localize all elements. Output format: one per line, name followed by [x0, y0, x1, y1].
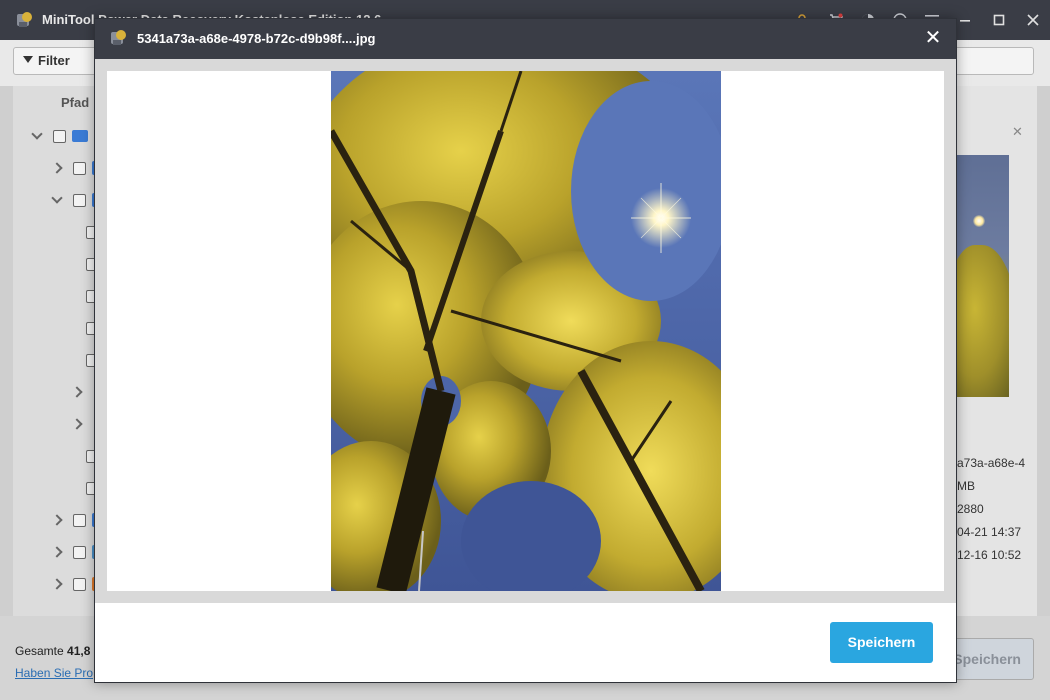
- filter-button[interactable]: Filter: [13, 47, 103, 75]
- tree-row[interactable]: [71, 414, 93, 434]
- preview-dialog-header: 5341a73a-a68e-4978-b72c-d9b98f....jpg ✕: [95, 19, 956, 59]
- chevron-right-icon[interactable]: [71, 386, 83, 398]
- total-label: Gesamte: [15, 644, 64, 658]
- chevron-right-icon[interactable]: [51, 578, 63, 590]
- path-column-header: Pfad: [61, 95, 90, 110]
- chevron-right-icon[interactable]: [71, 418, 83, 430]
- detail-modified: 12-16 10:52: [957, 548, 1022, 562]
- filter-icon: [23, 56, 33, 63]
- thumbnail-preview[interactable]: [957, 155, 1009, 397]
- tree-checkbox[interactable]: [73, 161, 86, 175]
- maximize-icon[interactable]: [982, 0, 1016, 40]
- tree-row[interactable]: [51, 510, 100, 530]
- help-link[interactable]: Haben Sie Pro: [15, 666, 93, 680]
- chevron-down-icon[interactable]: [31, 128, 43, 140]
- total-summary: Gesamte 41,8: [15, 644, 90, 658]
- detail-file-size: MB: [957, 479, 975, 493]
- chevron-right-icon[interactable]: [51, 514, 63, 526]
- tree-checkbox[interactable]: [73, 577, 86, 591]
- detail-created: 04-21 14:37: [957, 525, 1022, 539]
- tree-checkbox[interactable]: [73, 513, 86, 527]
- tree-row[interactable]: [51, 190, 100, 210]
- app-logo-icon: [17, 12, 32, 27]
- tree-row[interactable]: [71, 382, 93, 402]
- tree-row[interactable]: [31, 126, 88, 146]
- preview-frame: [95, 59, 956, 603]
- chevron-right-icon[interactable]: [51, 546, 63, 558]
- thumbnail-foliage: [957, 245, 1009, 397]
- preview-dialog: 5341a73a-a68e-4978-b72c-d9b98f....jpg ✕: [94, 18, 957, 683]
- app-logo-icon: [111, 30, 126, 45]
- preview-close-button[interactable]: ✕: [922, 27, 944, 49]
- preview-image: [331, 71, 721, 591]
- total-value: 41,8: [67, 644, 91, 658]
- preview-dialog-title: 5341a73a-a68e-4978-b72c-d9b98f....jpg: [137, 31, 376, 46]
- detail-dimensions: 2880: [957, 502, 984, 516]
- thumbnail-sun: [973, 215, 985, 227]
- details-close-icon[interactable]: ✕: [1012, 124, 1023, 140]
- save-button[interactable]: Speichern: [830, 622, 933, 663]
- tree-row[interactable]: [51, 542, 100, 562]
- tree-checkbox[interactable]: [73, 545, 86, 559]
- tree-checkbox[interactable]: [53, 129, 66, 143]
- tree-row[interactable]: [51, 158, 100, 178]
- tree-row[interactable]: [51, 574, 100, 594]
- chevron-right-icon[interactable]: [51, 162, 63, 174]
- chevron-down-icon[interactable]: [51, 192, 63, 204]
- filter-button-label: Filter: [38, 53, 70, 68]
- tree-checkbox[interactable]: [73, 193, 86, 207]
- computer-icon: [72, 130, 88, 142]
- detail-file-name: a73a-a68e-4: [957, 456, 1026, 470]
- preview-canvas: [107, 71, 944, 591]
- close-icon[interactable]: [1016, 0, 1050, 40]
